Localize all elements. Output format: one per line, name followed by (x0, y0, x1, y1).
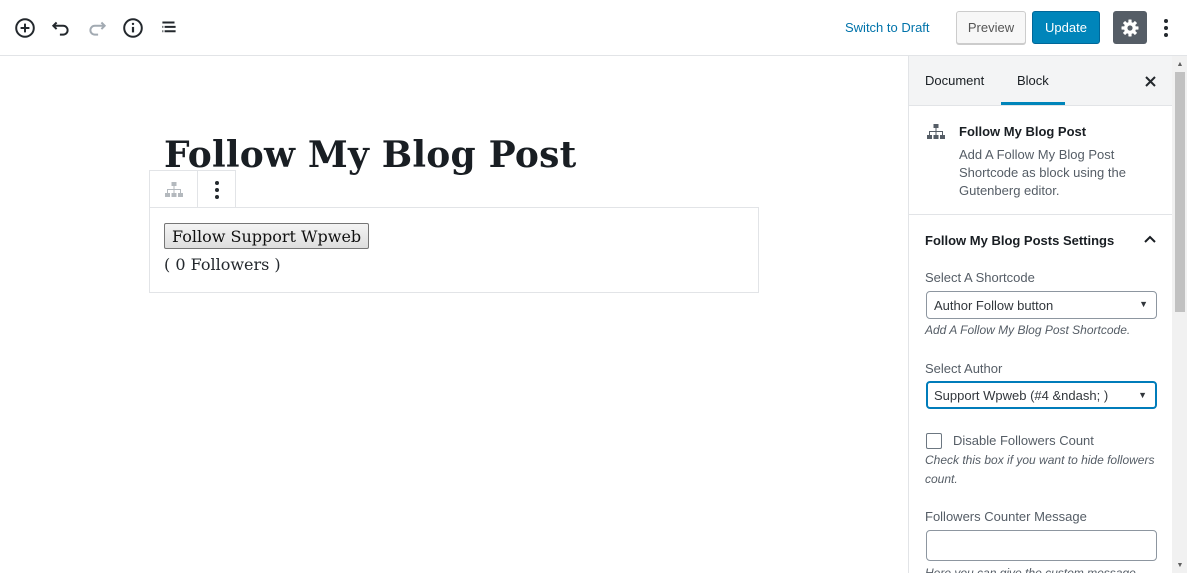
follow-author-button[interactable]: Follow Support Wpweb (164, 223, 370, 249)
sidebar-scrollbar[interactable]: ▲ ▼ (1172, 56, 1187, 573)
tab-document[interactable]: Document (909, 56, 1000, 105)
disable-followers-count-checkbox[interactable] (926, 433, 942, 449)
author-select-value: Support Wpweb (#4 &ndash; ) (934, 387, 1109, 403)
gear-icon (1121, 19, 1139, 36)
scroll-up-arrow-icon[interactable]: ▲ (1175, 59, 1185, 69)
shortcode-select-value: Author Follow button (934, 297, 1054, 313)
block-card-title: Follow My Blog Post (959, 124, 1087, 139)
counter-message-input[interactable] (926, 530, 1157, 561)
block-card: Follow My Blog Post Add A Follow My Blog… (909, 106, 1172, 215)
redo-icon[interactable] (83, 14, 111, 42)
followers-count: ( 0 Followers ) (164, 255, 281, 274)
shortcode-help: Add A Follow My Blog Post Shortcode. (925, 323, 1131, 337)
scroll-thumb[interactable] (1175, 72, 1185, 312)
update-button[interactable]: Update (1032, 11, 1100, 44)
block-card-description: Add A Follow My Blog Post Shortcode as b… (959, 147, 1126, 198)
ellipsis-vertical-icon (214, 180, 219, 199)
author-label: Select Author (925, 361, 1003, 376)
counter-message-help: Here you can give the custom message (925, 566, 1136, 573)
chevron-up-icon[interactable] (1141, 230, 1159, 248)
scroll-down-arrow-icon[interactable]: ▼ (1175, 560, 1185, 570)
disable-count-help: Check this box if you want to hide follo… (925, 453, 1155, 486)
shortcode-select[interactable]: Author Follow button ▼ (926, 291, 1157, 319)
editor-header: Switch to Draft Preview Update (0, 0, 1187, 56)
info-icon[interactable] (119, 14, 147, 42)
dropdown-arrow-icon: ▼ (1139, 299, 1148, 309)
sitemap-icon (926, 124, 946, 145)
settings-sidebar: Document Block Follow My Blog Post Add A… (908, 56, 1187, 573)
close-icon[interactable] (1139, 70, 1161, 92)
block-navigation-icon[interactable] (155, 14, 183, 42)
dropdown-arrow-icon: ▼ (1138, 390, 1147, 400)
add-block-icon[interactable] (11, 14, 39, 42)
block-toolbar (149, 170, 236, 208)
block-type-button[interactable] (150, 171, 199, 208)
block-more-options-button[interactable] (198, 171, 235, 208)
tab-block[interactable]: Block (1001, 56, 1065, 105)
counter-message-label: Followers Counter Message (925, 509, 1087, 524)
sitemap-icon (164, 181, 183, 197)
panel-title[interactable]: Follow My Blog Posts Settings (925, 233, 1114, 248)
disable-followers-count-label[interactable]: Disable Followers Count (953, 433, 1094, 448)
switch-to-draft-link[interactable]: Switch to Draft (838, 18, 937, 37)
undo-icon[interactable] (47, 14, 75, 42)
shortcode-label: Select A Shortcode (925, 270, 1035, 285)
author-select[interactable]: Support Wpweb (#4 &ndash; ) ▼ (926, 381, 1157, 409)
sidebar-tabs: Document Block (909, 56, 1172, 106)
settings-button[interactable] (1113, 11, 1147, 44)
follow-block[interactable]: Follow Support Wpweb ( 0 Followers ) (149, 207, 759, 293)
preview-button[interactable]: Preview (956, 11, 1026, 44)
more-tools-icon[interactable] (1155, 14, 1177, 42)
